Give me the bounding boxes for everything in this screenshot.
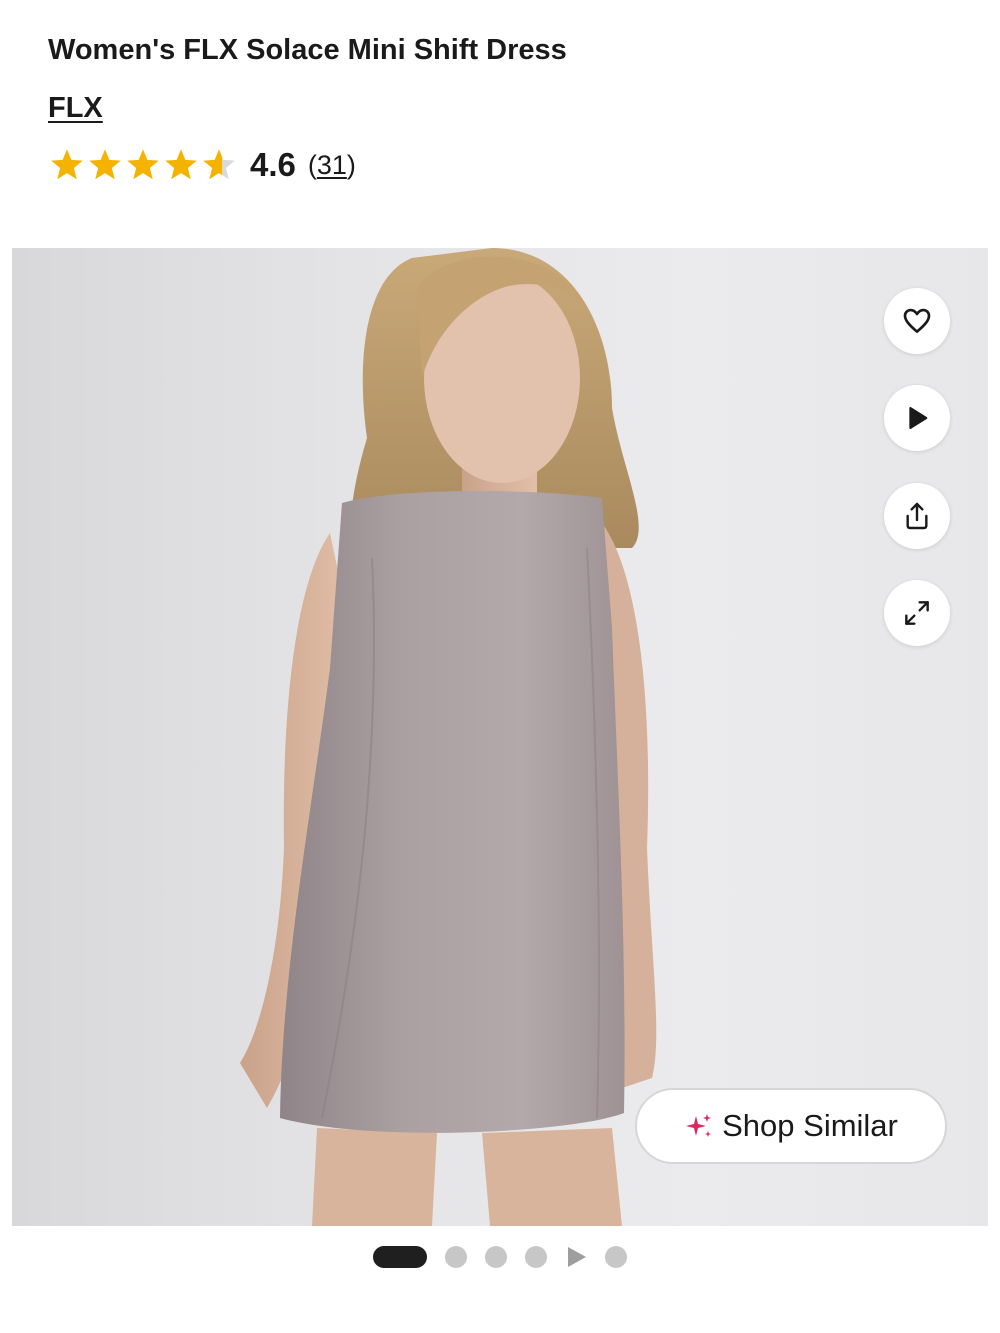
play-video-button[interactable]	[884, 385, 950, 451]
product-image-gallery[interactable]: Shop Similar	[12, 248, 988, 1226]
pagination-dot[interactable]	[445, 1246, 467, 1268]
star-icon	[89, 149, 121, 180]
sparkle-icon	[686, 1114, 712, 1137]
pagination-dot[interactable]	[525, 1246, 547, 1268]
review-count-open-paren: (	[307, 149, 317, 180]
review-count: 31	[316, 149, 347, 180]
shop-similar-label: Shop Similar	[722, 1108, 898, 1143]
product-header: Women's FLX Solace Mini Shift Dress FLX …	[48, 30, 960, 185]
expand-icon	[905, 601, 929, 625]
product-photo	[240, 248, 657, 1226]
brand-link[interactable]: FLX	[48, 92, 103, 125]
pagination-dot[interactable]	[485, 1246, 507, 1268]
star-icon	[165, 149, 197, 180]
image-pagination	[0, 1246, 1000, 1268]
pagination-dot-active[interactable]	[373, 1246, 427, 1268]
shop-similar-button[interactable]: Shop Similar	[635, 1088, 947, 1164]
share-button[interactable]	[884, 483, 950, 549]
rating-value: 4.6	[250, 146, 296, 183]
product-title: Women's FLX Solace Mini Shift Dress	[48, 34, 567, 66]
pagination-dot[interactable]	[605, 1246, 627, 1268]
star-icon	[203, 149, 235, 180]
review-count-close-paren: )	[346, 149, 356, 180]
star-icon	[51, 149, 83, 180]
video-play-icon[interactable]	[565, 1246, 587, 1268]
star-rating	[48, 147, 238, 183]
expand-button[interactable]	[884, 580, 950, 646]
share-icon	[906, 502, 928, 530]
star-icon	[127, 149, 159, 180]
product-page: Women's FLX Solace Mini Shift Dress FLX …	[0, 0, 1000, 1333]
play-icon	[909, 407, 928, 429]
heart-icon	[903, 308, 931, 333]
favorite-button[interactable]	[884, 288, 950, 354]
rating-row: 4.6 (31)	[48, 145, 960, 185]
review-count-link[interactable]: (31)	[308, 150, 356, 181]
